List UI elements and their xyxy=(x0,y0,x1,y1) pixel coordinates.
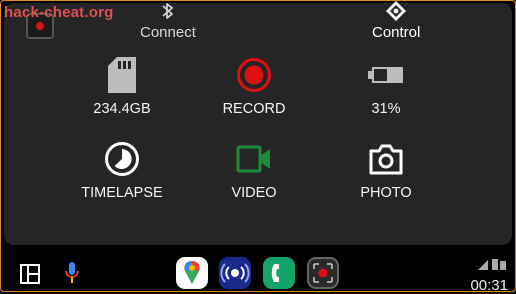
record-icon xyxy=(237,58,271,92)
connect-button[interactable]: Connect xyxy=(140,1,196,41)
dashcam-record-icon xyxy=(313,263,333,283)
map-pin-icon xyxy=(184,261,200,284)
video-label: VIDEO xyxy=(231,185,277,201)
video-tile[interactable]: VIDEO xyxy=(194,141,314,201)
control-label: Control xyxy=(372,24,421,41)
dashcam-app-icon[interactable] xyxy=(307,257,339,289)
battery-label: 31% xyxy=(371,101,401,117)
microphone-icon[interactable] xyxy=(64,261,80,285)
photo-tile[interactable]: PHOTO xyxy=(326,141,446,201)
record-tile[interactable]: RECORD xyxy=(194,57,314,117)
broadcast-icon xyxy=(220,263,250,283)
battery-icon xyxy=(368,67,403,83)
google-maps-icon[interactable] xyxy=(176,257,208,289)
camera-icon xyxy=(369,144,403,175)
main-panel: Connect Control 234.4GB RECORD 31% TIMEL… xyxy=(4,1,512,245)
control-button[interactable]: Control xyxy=(372,1,420,41)
clock-time: 00:31 xyxy=(470,277,508,294)
timelapse-label: TIMELAPSE xyxy=(81,185,163,201)
battery-tile: 31% xyxy=(326,57,446,117)
videocam-icon xyxy=(236,145,270,173)
storage-label: 234.4GB xyxy=(93,101,151,117)
directional-pad-icon xyxy=(386,1,407,21)
podcast-icon[interactable] xyxy=(219,257,251,289)
timelapse-tile[interactable]: TIMELAPSE xyxy=(62,141,182,201)
bluetooth-icon xyxy=(162,3,173,19)
timelapse-icon xyxy=(105,142,139,176)
storage-tile[interactable]: 234.4GB xyxy=(62,57,182,117)
status-area: 00:31 xyxy=(470,258,508,294)
connect-label: Connect xyxy=(140,24,196,41)
watermark-text: hack-cheat.org xyxy=(4,4,114,21)
dashboard-grid-icon[interactable] xyxy=(20,264,40,284)
sd-card-icon xyxy=(108,57,136,93)
phone-app-icon[interactable] xyxy=(263,257,295,289)
phone-icon xyxy=(271,264,279,282)
signal-battery-icon xyxy=(478,259,506,270)
record-label: RECORD xyxy=(222,101,286,117)
photo-label: PHOTO xyxy=(360,185,412,201)
